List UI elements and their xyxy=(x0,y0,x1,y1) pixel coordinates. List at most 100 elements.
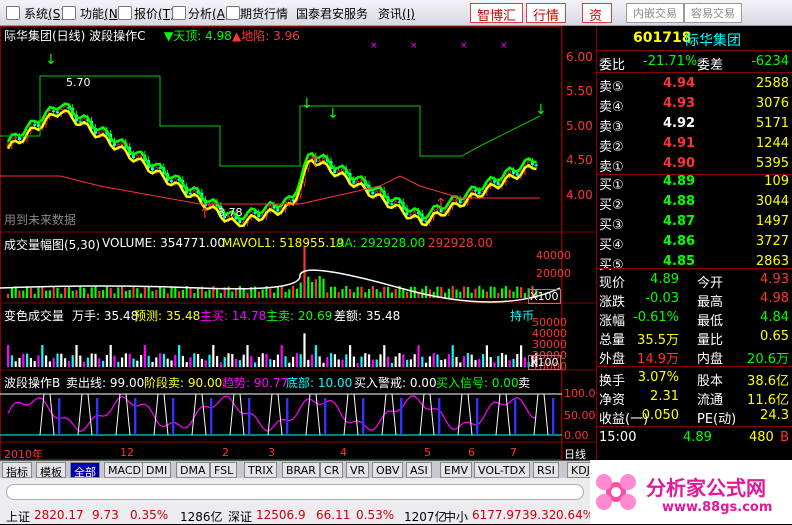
bid-row[interactable]: 买① 4.89 109 xyxy=(599,172,791,193)
status-sz-pct: 0.53% xyxy=(356,508,395,522)
band-bar xyxy=(324,398,327,434)
indicator-tab[interactable]: ASI xyxy=(406,462,432,478)
status-sz-label: 深证 xyxy=(228,510,253,524)
ask-row[interactable]: 卖④ 4.93 3076 xyxy=(599,94,791,115)
color-volume-bar xyxy=(26,353,29,367)
color-volume-bar xyxy=(22,353,25,367)
down-arrow-icon: ↓ xyxy=(327,106,339,122)
menu-futures[interactable]: 期货行情 xyxy=(240,5,288,22)
vol-neg: : 292928.00 xyxy=(420,236,493,250)
color-volume-bar xyxy=(250,356,253,367)
indicator-tab[interactable]: 模板 xyxy=(36,462,66,479)
indicator-tab[interactable]: 指标 xyxy=(2,462,32,479)
color-volume-bar xyxy=(493,362,496,367)
low-price-label: 3.78 xyxy=(218,206,243,219)
volume-bar xyxy=(406,292,409,298)
bid-row[interactable]: 买② 4.88 3044 xyxy=(599,192,791,213)
volume-bar xyxy=(132,286,135,298)
indicator-tab[interactable]: DMI xyxy=(142,462,172,478)
volume-bar xyxy=(295,288,298,298)
stock-code: 601718 xyxy=(633,30,692,46)
menu-news[interactable]: 资讯(I) xyxy=(378,5,415,22)
indicator-tab[interactable]: DMA xyxy=(176,462,210,478)
zhibohui-button[interactable]: 智博汇 xyxy=(470,3,524,24)
color-volume-bar xyxy=(447,354,450,367)
menu-system[interactable]: 系统(S) xyxy=(24,5,65,22)
indicator-tab[interactable]: EMV xyxy=(440,462,472,478)
menu-gtja-service[interactable]: 国泰君安服务 xyxy=(296,5,368,22)
volume-bar xyxy=(136,288,139,298)
ask-row[interactable]: 卖③ 4.92 5171 xyxy=(599,114,791,135)
band-bar xyxy=(552,398,555,434)
volume-bar xyxy=(428,289,431,298)
ask-row[interactable]: 卖⑤ 4.94 2588 xyxy=(599,74,791,95)
up-arrow-icon: ↑ xyxy=(435,196,447,212)
menu-analysis[interactable]: 分析(A) xyxy=(188,5,230,22)
volume-bar xyxy=(337,292,340,298)
indicator-tab[interactable]: TRIX xyxy=(244,462,278,478)
scrollbar[interactable] xyxy=(6,484,584,500)
indicator-tab[interactable]: VR xyxy=(346,462,370,478)
indicator-tab[interactable]: MACD xyxy=(104,462,145,478)
bid-row[interactable]: 买⑤ 4.85 2863 xyxy=(599,252,791,273)
embedded-trade-button[interactable]: 内嵌交易 xyxy=(626,3,684,23)
band-bar xyxy=(514,398,517,434)
color-volume-bar xyxy=(341,359,344,367)
candle-body xyxy=(515,173,519,176)
color-volume-bar xyxy=(113,355,116,367)
indicator-tab[interactable]: OBV xyxy=(372,462,404,478)
indicator-tab[interactable]: CR xyxy=(320,462,344,478)
candle-body xyxy=(473,189,477,192)
easy-trade-button[interactable]: 容易交易 xyxy=(684,3,742,23)
color-volume-bar xyxy=(360,356,363,367)
indicator-tab[interactable]: 全部 xyxy=(70,462,100,479)
indicator-tab[interactable]: FSL xyxy=(210,462,238,478)
band-qushi: 趋势: 90.77 xyxy=(222,376,289,390)
menu-quote[interactable]: 报价(T) xyxy=(134,5,175,22)
menu-function[interactable]: 功能(N) xyxy=(80,5,122,22)
zixun-button[interactable]: 资 xyxy=(582,3,612,24)
divider xyxy=(597,72,792,73)
futures-icon xyxy=(226,6,240,20)
vol-tick: 20000 xyxy=(536,267,571,280)
band-tick: 0.00 xyxy=(564,429,589,442)
color-volume-bar xyxy=(463,356,466,367)
indicator-tab[interactable]: VOL-TDX xyxy=(474,462,530,478)
color-volume-bar xyxy=(254,362,257,367)
volume-bar xyxy=(155,289,158,298)
volume-bar xyxy=(390,292,393,298)
chart-area[interactable]: × × × × ↓ ↓ ↓ ↓ ↑ ↑ ↑ 际华集团(日线) 波段操作C ▼天顶: 4.98 ▲地陷… xyxy=(0,26,603,461)
candle-body xyxy=(359,179,363,182)
color-volume-bar xyxy=(345,354,348,367)
indicator-tab[interactable]: RSI xyxy=(533,462,559,478)
status-sh-chg: 9.73 xyxy=(92,508,119,522)
color-volume-bar xyxy=(504,354,507,367)
color-volume-bar xyxy=(269,359,272,367)
candle-body xyxy=(169,180,173,182)
volume-bar xyxy=(159,286,162,298)
bid-row[interactable]: 买③ 4.87 1497 xyxy=(599,212,791,233)
color-volume-bar xyxy=(212,345,215,367)
ask-row[interactable]: 卖② 4.91 1244 xyxy=(599,134,791,155)
band-bar xyxy=(210,398,213,434)
volume-bar xyxy=(219,292,222,298)
analysis-icon xyxy=(172,6,186,20)
color-volume-bar xyxy=(303,333,306,367)
bid-row[interactable]: 买④ 4.86 3727 xyxy=(599,232,791,253)
volume-bar xyxy=(128,289,131,298)
color-volume-bar xyxy=(33,361,36,367)
candle-body xyxy=(454,199,458,202)
stat-row: 总量 35.5万 量比 0.65 xyxy=(599,329,789,348)
stat-row: 涨跌 -0.03 最高 4.98 xyxy=(599,291,789,310)
volume-bar xyxy=(147,286,150,298)
color-volume-bar xyxy=(326,356,329,367)
fundamental-row: 收益(一) 0.050 PE(动) 24.3 xyxy=(599,408,789,427)
ask-row[interactable]: 卖① 4.90 5395 xyxy=(599,154,791,175)
color-volume-bar xyxy=(390,362,393,367)
color-volume-bar xyxy=(147,355,150,367)
color-volume-bar xyxy=(276,354,279,367)
hangqing-button[interactable]: 行情 xyxy=(526,3,567,24)
indicator-tab[interactable]: BRAR xyxy=(282,462,320,478)
vol-aa: AA: 292928.00 xyxy=(336,236,426,250)
color-volume-bar xyxy=(451,345,454,367)
